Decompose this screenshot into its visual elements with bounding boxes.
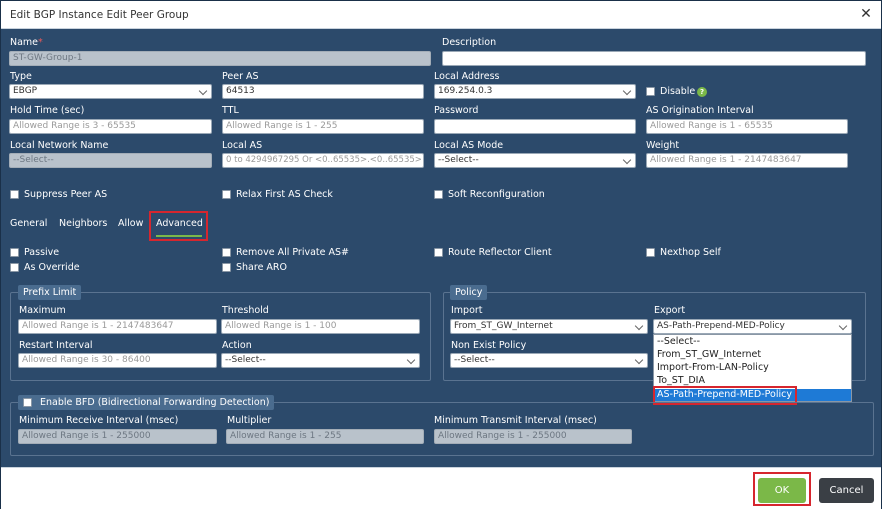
- type-select[interactable]: EBGP: [9, 84, 212, 99]
- name-input[interactable]: ST-GW-Group-1: [9, 51, 431, 66]
- min-transmit-label: Minimum Transmit Interval (msec): [434, 415, 597, 426]
- tab-allow[interactable]: Allow: [118, 218, 143, 229]
- required-mark: *: [38, 37, 43, 48]
- export-select[interactable]: AS-Path-Prepend-MED-Policy: [653, 319, 852, 334]
- local-address-select[interactable]: 169.254.0.3: [434, 84, 636, 99]
- ok-button[interactable]: OK: [758, 478, 806, 503]
- ttl-input[interactable]: Allowed Range is 1 - 255: [222, 119, 424, 134]
- export-option-from-st-gw-internet[interactable]: From_ST_GW_Internet: [657, 349, 761, 360]
- remove-private-as-checkbox[interactable]: [222, 248, 231, 257]
- action-select[interactable]: --Select--: [221, 353, 420, 368]
- peer-as-label: Peer AS: [222, 71, 259, 82]
- local-network-name-select[interactable]: --Select--: [9, 153, 212, 168]
- share-aro-label: Share ARO: [236, 262, 288, 273]
- as-override-label: As Override: [24, 262, 80, 273]
- local-address-label: Local Address: [434, 71, 500, 82]
- enable-bfd-checkbox[interactable]: [23, 398, 32, 407]
- disable-label: Disable: [660, 86, 696, 97]
- bfd-legend: Enable BFD (Bidirectional Forwarding Det…: [18, 395, 275, 410]
- restart-interval-label: Restart Interval: [19, 340, 93, 351]
- local-network-name-label: Local Network Name: [10, 140, 109, 151]
- type-label: Type: [10, 71, 32, 82]
- help-icon[interactable]: ?: [697, 87, 707, 97]
- export-option-select[interactable]: --Select--: [657, 336, 700, 347]
- peer-as-input[interactable]: 64513: [222, 84, 424, 99]
- local-as-input[interactable]: 0 to 4294967295 Or <0..65535>.<0..65535>: [222, 153, 424, 168]
- relax-first-as-check-checkbox[interactable]: [222, 190, 231, 199]
- description-input[interactable]: [442, 51, 866, 66]
- passive-checkbox[interactable]: [10, 248, 19, 257]
- passive-label: Passive: [24, 247, 60, 258]
- password-input[interactable]: [434, 119, 636, 134]
- password-label: Password: [434, 105, 479, 116]
- import-select[interactable]: From_ST_GW_Internet: [450, 319, 648, 334]
- as-origination-label: AS Origination Interval: [646, 105, 754, 116]
- close-icon[interactable]: ✕: [858, 6, 874, 22]
- dialog-titlebar: Edit BGP Instance Edit Peer Group ✕: [1, 1, 881, 29]
- non-exist-policy-label: Non Exist Policy: [451, 340, 527, 351]
- threshold-label: Threshold: [222, 305, 269, 316]
- advanced-tab-highlight: [149, 211, 208, 241]
- share-aro-checkbox[interactable]: [222, 263, 231, 272]
- restart-interval-input[interactable]: Allowed Range is 30 - 86400: [18, 353, 217, 368]
- multiplier-input[interactable]: Allowed Range is 1 - 255: [226, 429, 424, 444]
- export-option-import-from-lan[interactable]: Import-From-LAN-Policy: [657, 362, 769, 373]
- hold-time-label: Hold Time (sec): [10, 105, 85, 116]
- min-receive-label: Minimum Receive Interval (msec): [19, 415, 179, 426]
- local-as-label: Local AS: [222, 140, 263, 151]
- as-origination-input[interactable]: Allowed Range is 1 - 65535: [646, 119, 848, 134]
- route-reflector-client-label: Route Reflector Client: [448, 247, 552, 258]
- min-receive-input[interactable]: Allowed Range is 1 - 255000: [18, 429, 217, 444]
- prefix-limit-legend: Prefix Limit: [18, 285, 82, 300]
- export-option-to-st-dia[interactable]: To_ST_DIA: [657, 375, 705, 386]
- edit-peer-group-dialog: Edit BGP Instance Edit Peer Group ✕ Name…: [0, 0, 882, 509]
- local-as-mode-label: Local AS Mode: [434, 140, 504, 151]
- tab-general[interactable]: General: [10, 218, 47, 229]
- nexthop-self-checkbox[interactable]: [646, 248, 655, 257]
- threshold-input[interactable]: Allowed Range is 1 - 100: [221, 319, 420, 334]
- maximum-label: Maximum: [19, 305, 66, 316]
- maximum-input[interactable]: Allowed Range is 1 - 2147483647: [18, 319, 217, 334]
- policy-legend: Policy: [450, 285, 488, 300]
- tab-neighbors[interactable]: Neighbors: [59, 218, 107, 229]
- action-label: Action: [222, 340, 252, 351]
- disable-checkbox[interactable]: [646, 87, 655, 96]
- dialog-footer: OK Cancel: [1, 467, 881, 509]
- description-label: Description: [442, 37, 497, 48]
- cancel-button[interactable]: Cancel: [819, 478, 874, 503]
- suppress-peer-as-label: Suppress Peer AS: [24, 189, 108, 200]
- remove-private-as-label: Remove All Private AS#: [236, 247, 349, 258]
- export-label: Export: [654, 305, 686, 316]
- dialog-title: Edit BGP Instance Edit Peer Group: [10, 9, 189, 21]
- weight-input[interactable]: Allowed Range is 1 - 2147483647: [646, 153, 848, 168]
- name-label: Name*: [10, 37, 43, 48]
- soft-reconfiguration-checkbox[interactable]: [434, 190, 443, 199]
- as-override-checkbox[interactable]: [10, 263, 19, 272]
- multiplier-label: Multiplier: [227, 415, 272, 426]
- soft-reconfiguration-label: Soft Reconfiguration: [448, 189, 545, 200]
- relax-first-as-check-label: Relax First AS Check: [236, 189, 333, 200]
- suppress-peer-as-checkbox[interactable]: [10, 190, 19, 199]
- import-label: Import: [451, 305, 483, 316]
- non-exist-policy-select[interactable]: --Select--: [450, 353, 648, 368]
- weight-label: Weight: [646, 140, 680, 151]
- ttl-label: TTL: [222, 105, 239, 116]
- route-reflector-client-checkbox[interactable]: [434, 248, 443, 257]
- hold-time-input[interactable]: Allowed Range is 3 - 65535: [9, 119, 212, 134]
- local-as-mode-select[interactable]: --Select--: [434, 153, 636, 168]
- nexthop-self-label: Nexthop Self: [660, 247, 721, 258]
- min-transmit-input[interactable]: Allowed Range is 1 - 255000: [434, 429, 632, 444]
